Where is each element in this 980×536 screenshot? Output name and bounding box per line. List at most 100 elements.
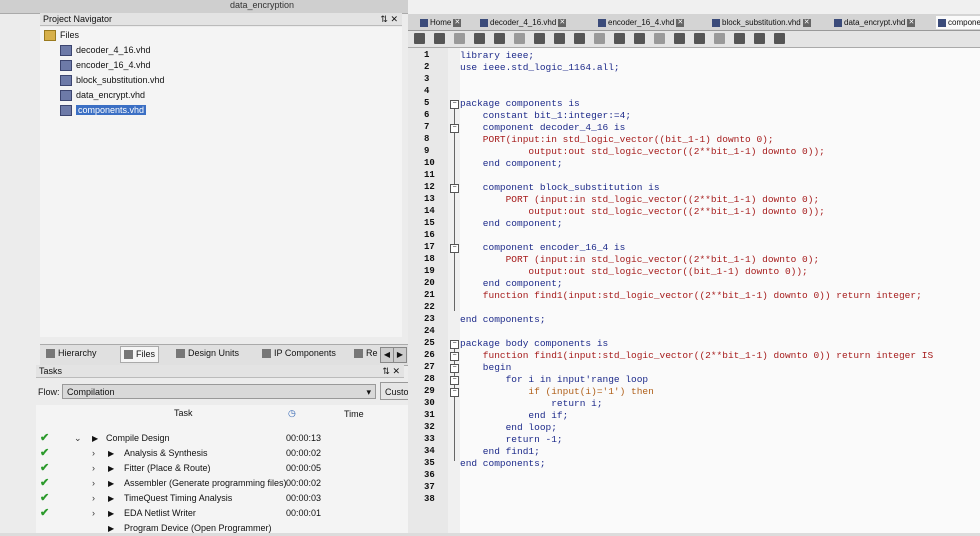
chevron-down-icon[interactable]: ⌄ bbox=[74, 431, 82, 446]
chevron-right-icon[interactable]: › bbox=[92, 476, 95, 491]
play-icon[interactable]: ▶ bbox=[108, 491, 114, 506]
binoculars-icon[interactable] bbox=[434, 33, 445, 44]
tab-ip-components[interactable]: IP Components bbox=[262, 348, 336, 359]
fold-toggle-icon[interactable]: − bbox=[450, 100, 459, 109]
tab-scroll-right-button[interactable]: ▶ bbox=[393, 347, 407, 363]
chevron-right-icon[interactable]: › bbox=[92, 446, 95, 461]
tile-icon[interactable] bbox=[774, 33, 785, 44]
file-item[interactable]: encoder_16_4.vhd bbox=[60, 58, 151, 72]
code-line: package body components is bbox=[460, 338, 609, 349]
tab-components[interactable]: components bbox=[936, 16, 980, 29]
fold-toggle-icon[interactable]: − bbox=[450, 124, 459, 133]
tab-encoder[interactable]: encoder_16_4.vhd ✕ bbox=[596, 16, 686, 29]
line-number: 10 bbox=[424, 158, 435, 168]
line-number: 21 bbox=[424, 290, 435, 300]
template-icon[interactable] bbox=[634, 33, 645, 44]
code-line: component encoder_16_4 is bbox=[460, 242, 626, 253]
close-icon[interactable]: ✕ bbox=[907, 18, 916, 27]
file-item[interactable]: data_encrypt.vhd bbox=[60, 88, 145, 102]
play-icon[interactable]: ▶ bbox=[92, 431, 98, 446]
chevron-right-icon[interactable]: › bbox=[92, 506, 95, 521]
unindent-icon[interactable] bbox=[494, 33, 505, 44]
indent-icon[interactable] bbox=[474, 33, 485, 44]
fold-toggle-icon[interactable]: − bbox=[450, 364, 459, 373]
line-number: 37 bbox=[424, 482, 435, 492]
uncomment-icon[interactable] bbox=[614, 33, 625, 44]
tab-files[interactable]: Files bbox=[120, 346, 160, 363]
tab-decoder[interactable]: decoder_4_16.vhd ✕ bbox=[478, 16, 568, 29]
close-icon[interactable]: ✕ bbox=[558, 18, 567, 27]
bookmark-next-icon[interactable] bbox=[534, 33, 545, 44]
file-label: encoder_16_4.vhd bbox=[76, 60, 151, 70]
fold-toggle-icon[interactable]: − bbox=[450, 184, 459, 193]
wrap-icon[interactable] bbox=[694, 33, 705, 44]
tab-revisions[interactable]: Re bbox=[354, 348, 378, 359]
comment-icon[interactable] bbox=[594, 33, 605, 44]
project-navigator-controls[interactable]: ⇅ ✕ bbox=[380, 13, 398, 26]
ok-icon[interactable] bbox=[574, 33, 585, 44]
file-item[interactable]: decoder_4_16.vhd bbox=[60, 43, 151, 57]
line-number: 25 bbox=[424, 338, 435, 348]
check-icon: ✔ bbox=[40, 432, 50, 444]
tab-home[interactable]: Home ✕ bbox=[418, 16, 463, 29]
play-icon[interactable]: ▶ bbox=[108, 476, 114, 491]
bookmark-prev-icon[interactable] bbox=[554, 33, 565, 44]
tab-design-units[interactable]: Design Units bbox=[176, 348, 240, 359]
line-number: 9 bbox=[424, 146, 430, 156]
code-editor[interactable]: library ieee; use ieee.std_logic_1164.al… bbox=[460, 48, 980, 533]
files-folder[interactable]: Files bbox=[44, 28, 79, 42]
task-name: Program Device (Open Programmer) bbox=[124, 523, 272, 533]
table-row[interactable]: ✔ › ▶ EDA Netlist Writer 00:00:01 bbox=[36, 506, 408, 521]
arrow-icon[interactable] bbox=[734, 33, 745, 44]
table-row[interactable]: ▶ Program Device (Open Programmer) bbox=[36, 521, 408, 536]
tab-hierarchy[interactable]: Hierarchy bbox=[46, 348, 97, 359]
table-row[interactable]: ✔ › ▶ Fitter (Place & Route) 00:00:05 bbox=[36, 461, 408, 476]
line-number-icon[interactable] bbox=[674, 33, 685, 44]
file-item[interactable]: block_substitution.vhd bbox=[60, 73, 165, 87]
vhdl-file-icon bbox=[834, 18, 842, 27]
close-icon[interactable]: ✕ bbox=[453, 18, 462, 27]
play-icon[interactable]: ▶ bbox=[108, 521, 114, 536]
line-number-gutter: 1 2 3 4 5 6 7 8 9 10 11 12 13 14 15 16 1… bbox=[408, 48, 459, 533]
open-icon[interactable] bbox=[414, 33, 425, 44]
home-icon bbox=[420, 18, 428, 27]
chevron-right-icon[interactable]: › bbox=[92, 461, 95, 476]
fold-toggle-icon[interactable]: − bbox=[450, 376, 459, 385]
fold-toggle-icon[interactable]: − bbox=[450, 340, 459, 349]
tab-label: Design Units bbox=[188, 348, 240, 358]
insert-icon[interactable] bbox=[654, 33, 665, 44]
table-row[interactable]: ✔ › ▶ Analysis & Synthesis 00:00:02 bbox=[36, 446, 408, 461]
table-row[interactable]: ✔ › ▶ Assembler (Generate programming fi… bbox=[36, 476, 408, 491]
play-icon[interactable]: ▶ bbox=[108, 461, 114, 476]
tab-label: Files bbox=[136, 349, 156, 359]
replace-icon[interactable] bbox=[454, 33, 465, 44]
table-row[interactable]: ✔ › ▶ TimeQuest Timing Analysis 00:00:03 bbox=[36, 491, 408, 506]
flow-select[interactable]: Compilation ▾ bbox=[62, 384, 376, 399]
code-line: return -1; bbox=[460, 434, 563, 445]
flow-value: Compilation bbox=[67, 387, 115, 397]
tasks-controls[interactable]: ⇅ ✕ bbox=[382, 365, 400, 378]
fold-toggle-icon[interactable]: − bbox=[450, 352, 459, 361]
window-icon[interactable] bbox=[754, 33, 765, 44]
code-line: package components is bbox=[460, 98, 580, 109]
fold-toggle-icon[interactable]: − bbox=[450, 244, 459, 253]
close-icon[interactable]: ✕ bbox=[676, 18, 685, 27]
chevron-right-icon[interactable]: › bbox=[92, 491, 95, 506]
tab-scroll-left-button[interactable]: ◀ bbox=[380, 347, 394, 363]
code-line: function find1(input:std_logic_vector((2… bbox=[460, 290, 922, 301]
flow-label: Flow: bbox=[38, 387, 60, 397]
fold-guide bbox=[454, 109, 455, 311]
file-item-selected[interactable]: components.vhd bbox=[60, 103, 147, 117]
tab-data-encrypt[interactable]: data_encrypt.vhd ✕ bbox=[832, 16, 917, 29]
play-icon[interactable]: ▶ bbox=[108, 446, 114, 461]
project-navigator-title-bar: Project Navigator ⇅ ✕ bbox=[40, 13, 402, 26]
tab-block-substitution[interactable]: block_substitution.vhd ✕ bbox=[710, 16, 813, 29]
bookmark-icon[interactable] bbox=[514, 33, 525, 44]
table-row[interactable]: ✔ ⌄ ▶ Compile Design 00:00:13 bbox=[36, 431, 408, 446]
goto-icon[interactable] bbox=[714, 33, 725, 44]
project-navigator-title: Project Navigator bbox=[43, 14, 113, 24]
close-icon[interactable]: ✕ bbox=[802, 18, 811, 27]
task-name: TimeQuest Timing Analysis bbox=[124, 493, 233, 503]
play-icon[interactable]: ▶ bbox=[108, 506, 114, 521]
fold-toggle-icon[interactable]: − bbox=[450, 388, 459, 397]
